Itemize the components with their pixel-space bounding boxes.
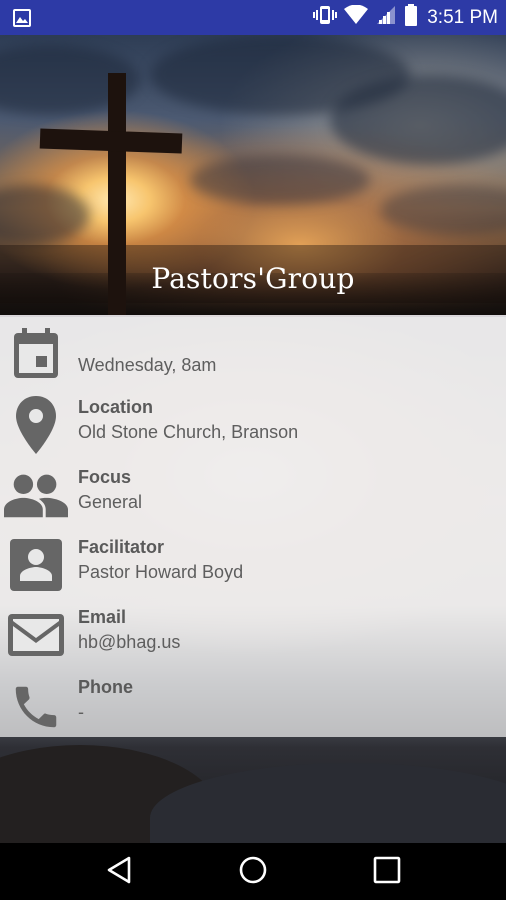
email-label: Email	[78, 607, 127, 627]
signal-icon	[375, 5, 397, 30]
location-label: Location	[78, 397, 153, 417]
calendar-icon	[4, 322, 68, 386]
navigation-bar	[0, 843, 506, 900]
phone-label: Phone	[78, 677, 134, 697]
detail-row-focus: Focus General	[0, 467, 506, 537]
facilitator-label: Facilitator	[78, 537, 165, 557]
contact-card-icon	[4, 533, 68, 597]
road-silhouette	[150, 763, 506, 843]
location-value: Old Stone Church, Branson	[78, 422, 299, 442]
focus-value: General	[78, 492, 143, 512]
group-details-card: Wednesday, 8am Location Old Stone Church…	[0, 317, 506, 737]
hero-image: Pastors'Group	[0, 35, 506, 315]
recents-icon[interactable]	[373, 856, 401, 889]
location-pin-icon	[4, 393, 68, 457]
detail-row-location: Location Old Stone Church, Branson	[0, 396, 506, 467]
back-button[interactable]	[89, 853, 149, 891]
wifi-icon	[344, 4, 369, 30]
home-button[interactable]	[223, 853, 283, 891]
detail-row-email[interactable]: Email hb@bhag.us	[0, 607, 506, 677]
battery-icon	[404, 4, 418, 31]
status-icons: 3:51 PM	[313, 0, 498, 35]
status-time: 3:51 PM	[427, 6, 498, 28]
cross-beam	[39, 128, 183, 154]
status-bar: 3:51 PM	[0, 0, 506, 35]
phone-icon[interactable]	[4, 675, 68, 739]
focus-label: Focus	[78, 467, 132, 487]
group-title: Pastors'Group	[151, 262, 355, 295]
phone-value[interactable]: -	[78, 702, 84, 723]
image-icon	[12, 8, 32, 33]
back-icon[interactable]	[106, 856, 132, 889]
facilitator-value: Pastor Howard Boyd	[78, 562, 244, 582]
detail-row-facilitator: Facilitator Pastor Howard Boyd	[0, 537, 506, 607]
mail-icon[interactable]	[4, 603, 68, 667]
schedule-value: Wednesday, 8am	[78, 355, 217, 375]
detail-row-schedule: Wednesday, 8am	[0, 322, 506, 392]
vibrate-icon	[313, 4, 338, 31]
home-icon[interactable]	[238, 855, 268, 890]
recents-button[interactable]	[357, 853, 417, 891]
email-value[interactable]: hb@bhag.us	[78, 632, 180, 653]
people-icon	[4, 463, 68, 527]
detail-row-phone[interactable]: Phone -	[0, 677, 506, 747]
